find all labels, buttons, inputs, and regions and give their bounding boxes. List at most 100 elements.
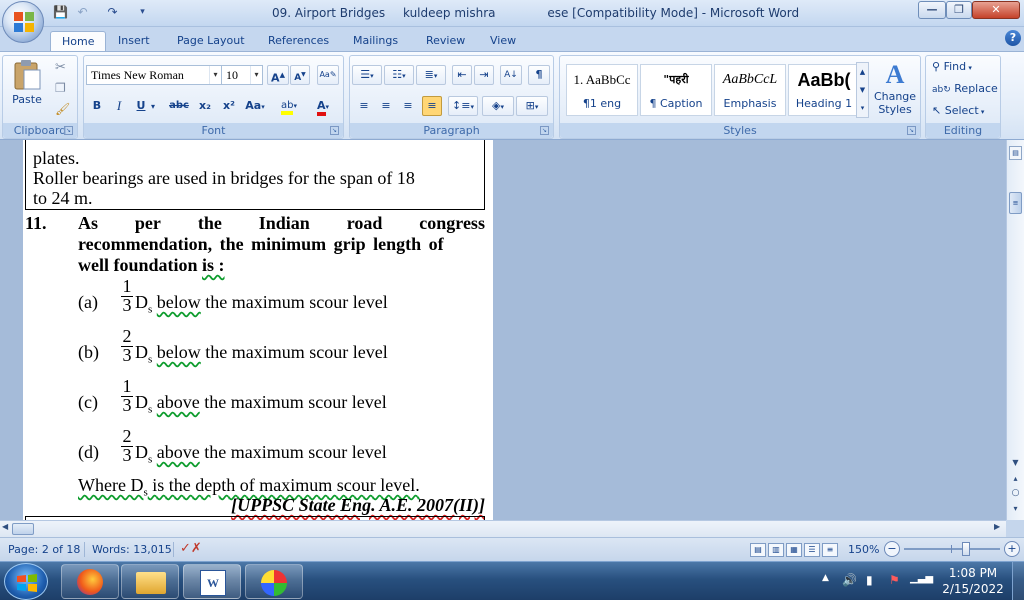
bullets-button[interactable]: ☰▾ bbox=[352, 65, 382, 85]
select-button[interactable]: ↖ Select ▾ bbox=[932, 104, 984, 117]
help-button[interactable]: ? bbox=[1005, 30, 1021, 46]
decrease-indent-icon[interactable]: ⇤ bbox=[452, 65, 472, 85]
tab-mailings[interactable]: Mailings bbox=[342, 31, 409, 51]
word-taskbar-button[interactable]: W bbox=[183, 564, 241, 599]
firefox-taskbar-button[interactable] bbox=[61, 564, 119, 599]
superscript-button[interactable]: x² bbox=[218, 96, 240, 116]
numbering-button[interactable]: ☷▾ bbox=[384, 65, 414, 85]
line-spacing-button[interactable]: ↕≡▾ bbox=[448, 96, 478, 116]
zoom-out-icon[interactable]: − bbox=[884, 541, 900, 557]
print-layout-icon[interactable]: ▤ bbox=[750, 543, 766, 557]
italic-button[interactable]: I bbox=[110, 96, 128, 116]
style-tile-emphasis[interactable]: AaBbCcL Emphasis bbox=[714, 64, 786, 116]
scroll-left-icon[interactable]: ◀ bbox=[2, 522, 8, 531]
tab-insert[interactable]: Insert bbox=[107, 31, 161, 51]
strikethrough-button[interactable]: abc bbox=[166, 96, 192, 116]
power-icon[interactable]: ▮ bbox=[866, 573, 873, 587]
align-left-icon[interactable]: ≡ bbox=[354, 96, 374, 116]
tab-references[interactable]: References bbox=[257, 31, 340, 51]
redo-icon[interactable]: ↷ bbox=[104, 4, 121, 21]
clock[interactable]: 1:08 PM 2/15/2022 bbox=[940, 565, 1006, 597]
customize-qat-icon[interactable]: ▾ bbox=[134, 4, 151, 21]
shrink-font-button[interactable]: A▼ bbox=[290, 65, 310, 85]
volume-icon[interactable]: 🔊 bbox=[842, 573, 857, 587]
zoom-slider[interactable] bbox=[904, 542, 1000, 556]
sort-button[interactable]: A↓ bbox=[500, 65, 522, 85]
chevron-down-icon[interactable]: ▾ bbox=[151, 102, 155, 111]
bold-button[interactable]: B bbox=[88, 96, 106, 116]
undo-icon[interactable]: ↶ bbox=[74, 4, 91, 21]
close-button[interactable]: ✕ bbox=[972, 1, 1020, 19]
shading-button[interactable]: ◈▾ bbox=[482, 96, 514, 116]
scroll-right-icon[interactable]: ▶ bbox=[994, 522, 1000, 531]
font-color-button[interactable]: A▾ bbox=[308, 96, 338, 116]
show-desktop-button[interactable] bbox=[1012, 562, 1024, 600]
cut-icon[interactable]: ✂ bbox=[55, 60, 66, 75]
document-page[interactable]: plates. Roller bearings are used in brid… bbox=[23, 140, 493, 520]
network-signal-icon[interactable]: ▁▃▅ bbox=[910, 573, 933, 584]
previous-page-icon[interactable]: ▴ bbox=[1009, 472, 1022, 485]
show-formatting-button[interactable]: ¶ bbox=[528, 65, 550, 85]
highlight-button[interactable]: ab▾ bbox=[274, 96, 304, 116]
next-page-icon[interactable]: ▾ bbox=[1009, 502, 1022, 515]
change-case-button[interactable]: Aa▾ bbox=[242, 96, 268, 116]
tab-view[interactable]: View bbox=[479, 31, 527, 51]
tab-review[interactable]: Review bbox=[415, 31, 476, 51]
paragraph-launcher-icon[interactable]: ↘ bbox=[540, 126, 549, 135]
page-count[interactable]: Page: 2 of 18 bbox=[8, 543, 80, 556]
style-preview: AaBb( bbox=[797, 70, 851, 90]
tab-home[interactable]: Home bbox=[50, 31, 107, 51]
justify-icon[interactable]: ≡ bbox=[422, 96, 442, 116]
multilevel-list-button[interactable]: ≣▾ bbox=[416, 65, 446, 85]
style-tile-eng[interactable]: 1. AaBbCc ¶1 eng bbox=[566, 64, 638, 116]
underline-button[interactable]: U bbox=[132, 96, 150, 116]
borders-button[interactable]: ⊞▾ bbox=[516, 96, 548, 116]
draft-icon[interactable]: ≡ bbox=[822, 543, 838, 557]
explorer-taskbar-button[interactable] bbox=[121, 564, 179, 599]
subscript-button[interactable]: x₂ bbox=[194, 96, 216, 116]
copy-icon[interactable]: ❐ bbox=[55, 81, 66, 95]
change-styles-button[interactable]: A Change Styles bbox=[872, 60, 918, 120]
maximize-button[interactable]: ❐ bbox=[946, 1, 972, 19]
outline-icon[interactable]: ☰ bbox=[804, 543, 820, 557]
clipboard-launcher-icon[interactable]: ↘ bbox=[64, 126, 73, 135]
font-family-dropdown[interactable]: Times New Roman ▾ bbox=[86, 65, 222, 85]
web-layout-icon[interactable]: ▦ bbox=[786, 543, 802, 557]
zoom-in-icon[interactable]: + bbox=[1004, 541, 1020, 557]
styles-launcher-icon[interactable]: ↘ bbox=[907, 126, 916, 135]
browse-object-icon[interactable]: ○ bbox=[1009, 487, 1022, 500]
increase-indent-icon[interactable]: ⇥ bbox=[474, 65, 494, 85]
zoom-slider-thumb[interactable] bbox=[962, 542, 970, 556]
vertical-scroll-thumb[interactable]: ≡ bbox=[1009, 192, 1022, 214]
align-right-icon[interactable]: ≡ bbox=[398, 96, 418, 116]
vertical-scroll-down-icon[interactable]: ▼ bbox=[1009, 456, 1022, 469]
view-ruler-icon[interactable]: ▤ bbox=[1009, 146, 1022, 160]
style-tile-caption[interactable]: "पहरी ¶ Caption bbox=[640, 64, 712, 116]
font-size-dropdown[interactable]: 10 ▾ bbox=[221, 65, 263, 85]
action-center-icon[interactable]: ⚑ bbox=[889, 573, 900, 587]
full-screen-reading-icon[interactable]: ▥ bbox=[768, 543, 784, 557]
style-tile-heading-1[interactable]: AaBb( Heading 1 bbox=[788, 64, 860, 116]
show-hidden-icons-icon[interactable]: ▲ bbox=[822, 573, 829, 583]
grow-font-button[interactable]: A▲ bbox=[267, 65, 289, 85]
horizontal-scrollbar[interactable]: ◀ ▶ bbox=[0, 520, 1006, 537]
clear-formatting-icon[interactable]: Aa✎ bbox=[317, 65, 339, 85]
proofing-icon[interactable]: ✓✗ bbox=[180, 541, 202, 556]
paste-button[interactable]: Paste bbox=[7, 59, 47, 111]
paint-taskbar-button[interactable] bbox=[245, 564, 303, 599]
tab-page-layout[interactable]: Page Layout bbox=[166, 31, 256, 51]
vertical-scrollbar[interactable]: ▤ ≡ ▼ ▴ ○ ▾ bbox=[1006, 140, 1024, 520]
font-launcher-icon[interactable]: ↘ bbox=[330, 126, 339, 135]
start-button[interactable] bbox=[4, 563, 48, 600]
word-count[interactable]: Words: 13,015 bbox=[92, 543, 172, 556]
replace-button[interactable]: ab↻ Replace bbox=[932, 82, 998, 95]
align-center-icon[interactable]: ≡ bbox=[376, 96, 396, 116]
styles-gallery-scroll[interactable]: ▲ ▼ ▾ bbox=[856, 62, 869, 118]
horizontal-scroll-thumb[interactable] bbox=[12, 523, 34, 535]
save-icon[interactable]: 💾 bbox=[52, 4, 69, 21]
format-painter-icon[interactable]: 🖌 bbox=[55, 102, 70, 116]
zoom-level[interactable]: 150% bbox=[848, 543, 879, 556]
minimize-button[interactable]: — bbox=[918, 1, 946, 19]
find-button[interactable]: ⚲ Find ▾ bbox=[932, 60, 972, 73]
office-button[interactable] bbox=[2, 1, 44, 43]
